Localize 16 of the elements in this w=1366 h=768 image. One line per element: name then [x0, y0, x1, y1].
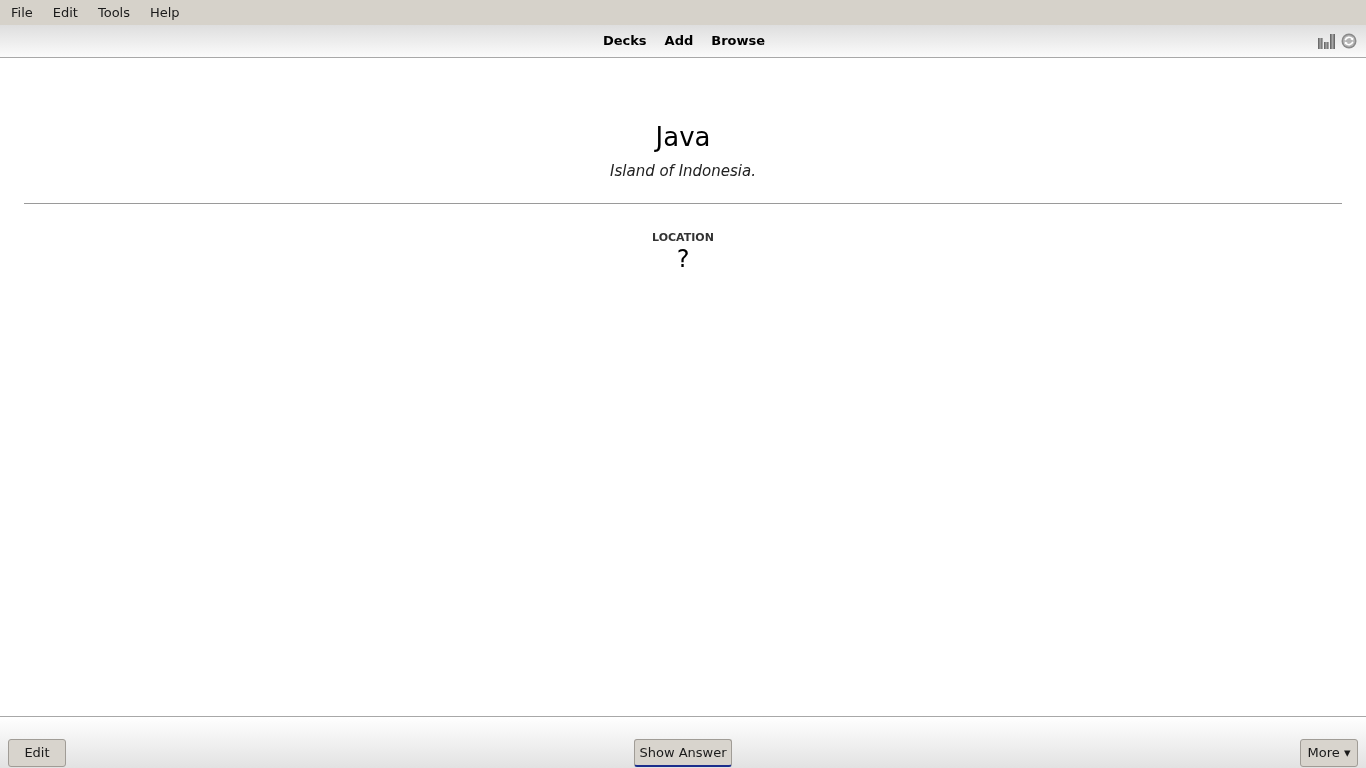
toolbar-link[interactable]: Browse [711, 31, 766, 51]
question-mark-text: ? [676, 244, 690, 273]
menu-item[interactable]: File [1, 0, 43, 25]
menu-item[interactable]: Tools [87, 0, 140, 25]
menu-item[interactable]: Edit [42, 0, 88, 25]
toolbar-link[interactable]: Add [664, 31, 694, 51]
card-title: Java [655, 121, 711, 153]
card-subtitle: Island of Indonesia. [610, 161, 756, 182]
sync-icon[interactable] [1341, 33, 1357, 49]
bar-chart-icon[interactable] [1318, 33, 1335, 49]
field-label: LOCATION [652, 230, 714, 244]
edit-button[interactable]: Edit [8, 739, 66, 767]
menu-item[interactable]: Help [140, 0, 190, 25]
show-answer-button[interactable]: Show Answer [634, 739, 732, 767]
more-button[interactable]: More ▾ [1300, 739, 1358, 767]
toolbar-link[interactable]: Decks [602, 31, 647, 51]
